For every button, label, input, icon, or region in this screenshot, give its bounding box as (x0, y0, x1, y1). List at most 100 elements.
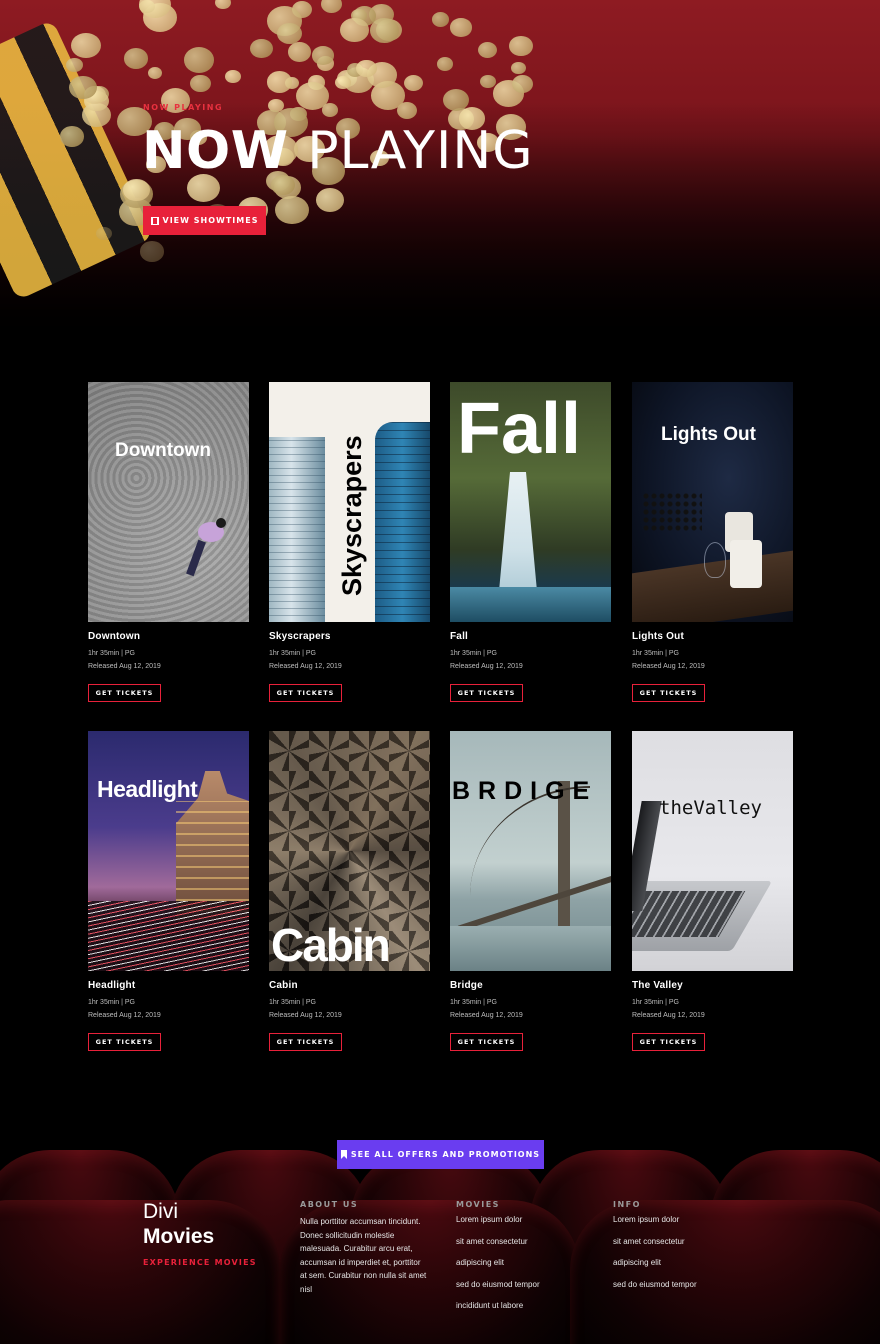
building-right-windows (375, 422, 430, 622)
popcorn-kernel (69, 75, 97, 100)
water (450, 926, 611, 971)
movie-release-date: Released Aug 12, 2019 (450, 1012, 523, 1019)
about-heading: ABOUT US (300, 1200, 359, 1209)
see-all-offers-label: SEE ALL OFFERS AND PROMOTIONS (350, 1150, 541, 1159)
popcorn-kernel (510, 61, 526, 75)
movie-poster[interactable]: Skyscrapers (269, 382, 430, 622)
footer-link[interactable]: incididunt ut labore (456, 1301, 540, 1323)
movie-release-date: Released Aug 12, 2019 (269, 1012, 342, 1019)
poster-shade (88, 382, 249, 622)
footer-link[interactable]: sed do eiusmod tempor (456, 1280, 540, 1302)
movie-poster[interactable]: Downtown (88, 382, 249, 622)
poster-title-text: Lights Out (661, 424, 756, 445)
movie-poster[interactable]: Cabin (269, 731, 430, 971)
popcorn-kernel (316, 188, 345, 213)
popcorn-kernel (184, 47, 215, 73)
about-text: Nulla porttitor accumsan tincidunt. Done… (300, 1217, 427, 1294)
get-tickets-button[interactable]: GET TICKETS (632, 1033, 705, 1051)
person-head (216, 518, 226, 528)
footer-link[interactable]: sit amet consectetur (456, 1237, 540, 1259)
popcorn-kernel (189, 74, 211, 93)
popcorn-kernel (140, 241, 164, 262)
popcorn-kernel (339, 17, 369, 43)
footer-link[interactable]: Lorem ipsum dolor (456, 1215, 540, 1237)
popcorn-kernel (66, 58, 83, 73)
building-left-windows (269, 437, 325, 622)
pool (450, 587, 611, 622)
waterfall (498, 472, 538, 602)
movie-title: Fall (450, 631, 469, 642)
footer-link[interactable]: sit amet consectetur (613, 1237, 697, 1259)
popcorn-kernel (450, 18, 472, 37)
poster-title-text: BRDIGE (452, 777, 598, 805)
get-tickets-button[interactable]: GET TICKETS (450, 1033, 523, 1051)
popcorn-kernel (225, 70, 242, 84)
movie-runtime: 1hr 35min | PG (450, 999, 497, 1006)
poster-title-text: Fall (457, 389, 582, 469)
poster-title-text: Skyscrapers (337, 435, 367, 596)
popcorn-kernel (147, 66, 163, 80)
movie-runtime: 1hr 35min | PG (632, 999, 679, 1006)
popcorn-kernel (215, 0, 231, 10)
popcorn-kernel (511, 74, 534, 94)
movie-release-date: Released Aug 12, 2019 (88, 663, 161, 670)
footer-link[interactable]: adipiscing elit (456, 1258, 540, 1280)
hero-section: NOW PLAYING NOW PLAYING VIEW SHOWTIMES (0, 0, 880, 340)
get-tickets-button[interactable]: GET TICKETS (269, 1033, 342, 1051)
popcorn-kernel (60, 126, 85, 147)
get-tickets-button[interactable]: GET TICKETS (88, 684, 161, 702)
footer-link[interactable]: adipiscing elit (613, 1258, 697, 1280)
hero-title-bold: NOW (142, 121, 289, 181)
seat-shape (0, 1200, 280, 1344)
get-tickets-button[interactable]: GET TICKETS (88, 1033, 161, 1051)
movie-poster[interactable]: Headlight (88, 731, 249, 971)
popcorn-kernel (369, 18, 399, 43)
movie-title: Skyscrapers (269, 631, 331, 642)
view-showtimes-button[interactable]: VIEW SHOWTIMES (143, 206, 266, 235)
movie-release-date: Released Aug 12, 2019 (269, 663, 342, 670)
popcorn-kernel (312, 46, 334, 65)
bookmark-icon (340, 1150, 347, 1159)
movie-runtime: 1hr 35min | PG (632, 650, 679, 657)
movie-release-date: Released Aug 12, 2019 (88, 1012, 161, 1019)
movie-poster[interactable]: theValley (632, 731, 793, 971)
film-icon (150, 216, 159, 225)
popcorn-kernel (287, 42, 311, 62)
popcorn-kernel (508, 35, 533, 56)
popcorn-kernel (250, 39, 273, 59)
popcorn-kernel (275, 195, 309, 225)
get-tickets-button[interactable]: GET TICKETS (632, 684, 705, 702)
candle-front (730, 540, 762, 588)
movie-release-date: Released Aug 12, 2019 (450, 663, 523, 670)
footer-link[interactable]: sed do eiusmod tempor (613, 1280, 697, 1302)
movie-poster[interactable]: Lights Out (632, 382, 793, 622)
poster-title-text: Headlight (97, 776, 198, 802)
get-tickets-button[interactable]: GET TICKETS (450, 684, 523, 702)
popcorn-kernel (404, 75, 424, 92)
hero-kicker: NOW PLAYING (143, 103, 224, 112)
poster-title-text: Downtown (115, 440, 212, 461)
movie-title: Headlight (88, 980, 136, 991)
movie-card: Lights Out Lights Out 1hr 35min | PG Rel… (632, 382, 793, 702)
movie-poster[interactable]: Fall (450, 382, 611, 622)
light-trails (88, 901, 249, 971)
movie-title: Bridge (450, 980, 483, 991)
get-tickets-button[interactable]: GET TICKETS (269, 684, 342, 702)
poster-title-text: theValley (659, 797, 762, 819)
popcorn-kernel (321, 102, 339, 117)
popcorn-kernel (123, 48, 148, 69)
see-all-offers-button[interactable]: SEE ALL OFFERS AND PROMOTIONS (337, 1140, 544, 1169)
popcorn-kernel (71, 32, 101, 58)
poster-title-text: Cabin (271, 919, 391, 971)
movie-release-date: Released Aug 12, 2019 (632, 663, 705, 670)
brand-name-line2: Movies (143, 1225, 215, 1248)
info-heading: INFO (613, 1200, 641, 1209)
footer-link[interactable]: Lorem ipsum dolor (613, 1215, 697, 1237)
popcorn-kernel (266, 71, 293, 94)
movie-release-date: Released Aug 12, 2019 (632, 1012, 705, 1019)
movie-runtime: 1hr 35min | PG (450, 650, 497, 657)
movie-card: Headlight Headlight 1hr 35min | PG Relea… (88, 731, 249, 1051)
dried-flowers (642, 492, 702, 532)
movie-poster[interactable]: BRDIGE (450, 731, 611, 971)
popcorn-kernel (431, 12, 450, 28)
